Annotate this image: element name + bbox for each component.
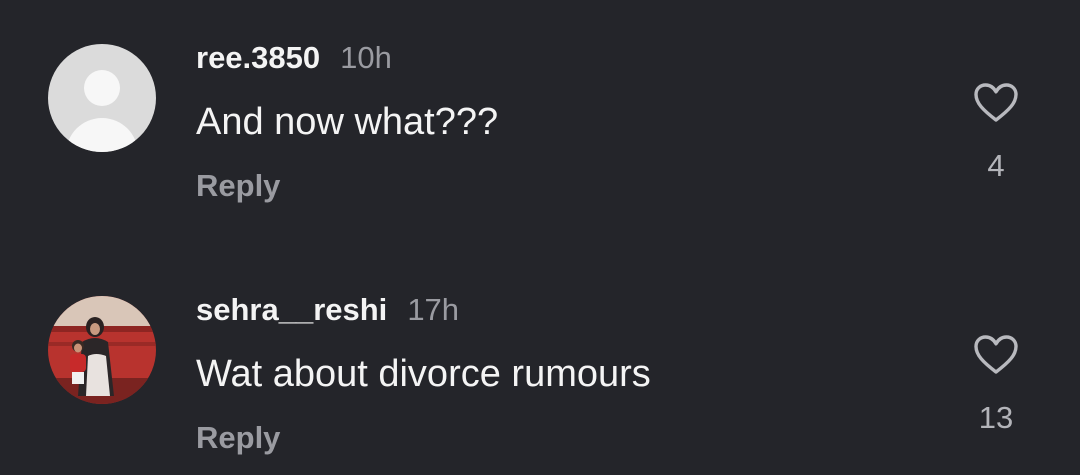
comment-username[interactable]: ree.3850 — [196, 40, 320, 76]
like-button[interactable]: 4 — [960, 80, 1032, 190]
user-avatar[interactable] — [48, 296, 156, 404]
comment-text: Wat about divorce rumours — [196, 353, 651, 395]
comment-timestamp: 10h — [340, 40, 392, 75]
profile-photo — [48, 296, 156, 404]
reply-button[interactable]: Reply — [196, 420, 280, 456]
user-avatar[interactable] — [48, 44, 156, 152]
default-avatar-icon — [84, 70, 120, 106]
heart-outline-icon — [974, 335, 1018, 374]
like-button[interactable]: 13 — [960, 332, 1032, 442]
comment-meta: sehra__reshi 17h — [196, 292, 459, 332]
comment-meta: ree.3850 10h — [196, 40, 392, 80]
like-count: 13 — [978, 400, 1014, 435]
heart-outline-icon — [974, 83, 1018, 122]
comment-timestamp: 17h — [407, 292, 460, 327]
comment-username[interactable]: sehra__reshi — [196, 292, 387, 328]
comment-text: And now what??? — [196, 101, 499, 143]
comment-item: ree.3850 10h And now what??? Reply 4 — [0, 0, 1080, 220]
like-count: 4 — [987, 148, 1005, 183]
comment-item: sehra__reshi 17h Wat about divorce rumou… — [0, 252, 1080, 472]
reply-button[interactable]: Reply — [196, 168, 280, 204]
